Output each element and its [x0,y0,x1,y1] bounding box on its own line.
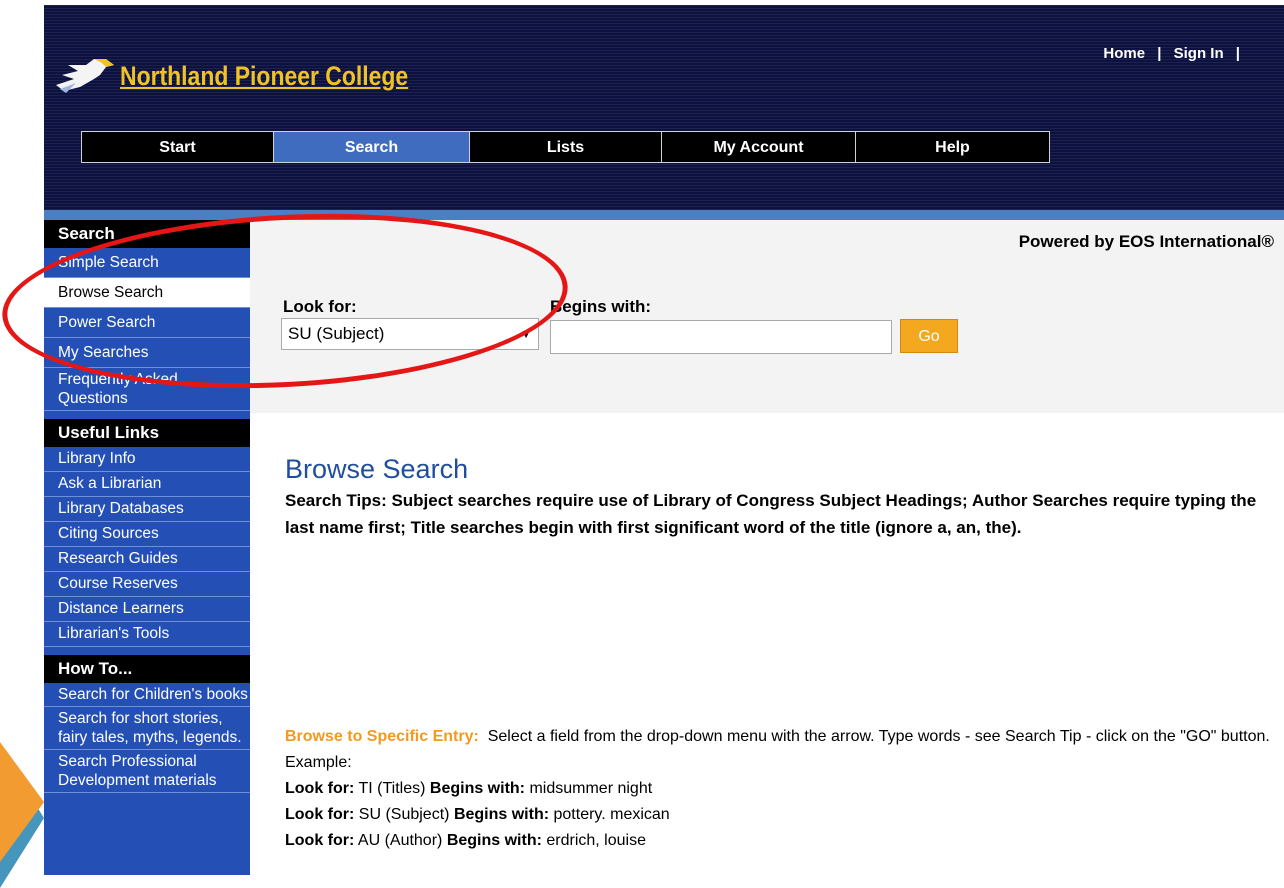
search-tips: Search Tips: Subject searches require us… [285,491,1257,537]
eagle-icon [56,59,114,93]
sign-in-link[interactable]: Sign In [1174,45,1224,62]
sidebar-item-professional-development[interactable]: Search Professional Development material… [44,750,250,793]
tab-search[interactable]: Search [273,131,470,163]
example-begins-label: Begins with: [453,806,550,823]
tab-lists[interactable]: Lists [469,131,662,163]
separator: | [1235,45,1240,62]
sidebar-item-library-databases[interactable]: Library Databases [44,497,250,522]
sidebar-item-my-searches[interactable]: My Searches [44,338,250,368]
look-for-label: Look for: [283,297,357,316]
main-nav: Start Search Lists My Account Help [81,131,1050,163]
example-look-for-label: Look for: [285,806,355,823]
sidebar-item-citing-sources[interactable]: Citing Sources [44,522,250,547]
look-for-value: SU (Subject) [288,324,385,343]
separator: | [1157,45,1162,62]
sidebar-item-simple-search[interactable]: Simple Search [44,248,250,278]
example-line: Look for: AU (Author) Begins with: erdri… [285,828,1275,854]
sidebar-item-browse-search[interactable]: Browse Search [44,278,250,308]
example-field: SU (Subject) [358,806,450,823]
sidebar-item-library-info[interactable]: Library Info [44,447,250,472]
tab-my-account[interactable]: My Account [661,131,856,163]
sidebar-item-short-stories[interactable]: Search for short stories, fairy tales, m… [44,707,250,750]
tab-start[interactable]: Start [81,131,274,163]
sidebar: Search Simple Search Browse Search Power… [44,220,250,875]
begins-with-label: Begins with: [550,297,652,316]
sidebar-item-research-guides[interactable]: Research Guides [44,547,250,572]
go-button[interactable]: Go [900,319,958,353]
college-name: Northland Pioneer College [120,60,409,91]
example-field: TI (Titles) [358,780,426,797]
example-term: erdrich, louise [546,832,646,849]
sidebar-item-ask-librarian[interactable]: Ask a Librarian [44,472,250,497]
home-link[interactable]: Home [1103,45,1145,62]
specific-heading: Browse to Specific Entry: [285,728,479,745]
header-divider [44,210,1284,220]
example-field: AU (Author) [357,832,443,849]
tab-help[interactable]: Help [855,131,1050,163]
begins-with-input[interactable] [550,320,892,354]
logo[interactable]: Northland Pioneer College [54,55,459,97]
sidebar-item-course-reserves[interactable]: Course Reserves [44,572,250,597]
example-look-for-label: Look for: [285,780,355,797]
sidebar-item-librarians-tools[interactable]: Librarian's Tools [44,622,250,647]
sidebar-item-childrens-books[interactable]: Search for Children's books [44,683,250,707]
sidebar-heading-search: Search [44,220,250,248]
browse-specific-entry: Browse to Specific Entry: Select a field… [285,724,1275,854]
sidebar-item-faq[interactable]: Frequently Asked Questions [44,368,250,411]
look-for-select[interactable]: SU (Subject) ▼ [281,318,539,350]
example-look-for-label: Look for: [285,832,355,849]
search-panel: Powered by EOS International® Look for: … [250,220,1284,413]
example-line: Look for: SU (Subject) Begins with: pott… [285,802,1275,828]
page-title: Browse Search [285,454,469,484]
example-term: midsummer night [529,780,653,797]
sidebar-item-power-search[interactable]: Power Search [44,308,250,338]
site-header: Northland Pioneer College Home | Sign In… [44,5,1284,210]
sidebar-heading-useful-links: Useful Links [44,419,250,447]
example-begins-label: Begins with: [446,832,542,849]
sidebar-heading-how-to: How To... [44,655,250,683]
top-links: Home | Sign In | [1099,45,1244,62]
sidebar-item-distance-learners[interactable]: Distance Learners [44,597,250,622]
example-term: pottery. mexican [553,806,670,823]
example-begins-label: Begins with: [429,780,525,797]
example-line: Look for: TI (Titles) Begins with: midsu… [285,776,1275,802]
dropdown-arrow-icon: ▼ [520,327,532,341]
powered-by: Powered by EOS International® [1018,232,1274,251]
decorative-corner-orange [0,742,44,862]
specific-intro: Browse to Specific Entry: Select a field… [285,724,1275,776]
